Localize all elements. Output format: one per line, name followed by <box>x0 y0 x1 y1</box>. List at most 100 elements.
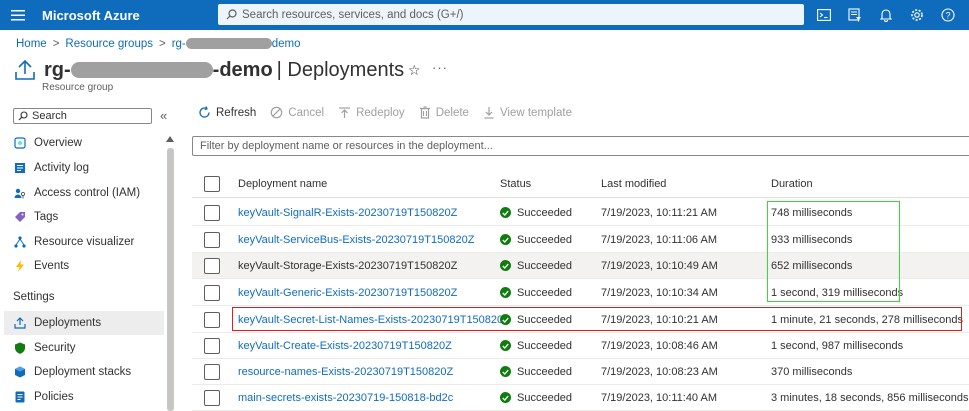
breadcrumb-home[interactable]: Home <box>16 38 47 50</box>
global-search-input[interactable]: Search resources, services, and docs (G+… <box>218 4 804 25</box>
delete-button[interactable]: Delete <box>419 106 469 119</box>
page-header: rg- -demo | Deployments <box>14 58 404 82</box>
iam-icon <box>14 187 26 199</box>
sidebar-item-resource-visualizer[interactable]: Resource visualizer <box>4 230 164 254</box>
sidebar-item-tags[interactable]: Tags <box>4 205 164 229</box>
settings-icon[interactable] <box>901 0 932 30</box>
breadcrumb-resource-groups[interactable]: Resource groups <box>65 38 153 50</box>
activity-log-icon <box>14 162 26 174</box>
more-options-icon[interactable]: ··· <box>432 60 448 75</box>
view-template-button[interactable]: View template <box>483 106 572 119</box>
resource-visualizer-icon <box>14 236 26 248</box>
select-all-checkbox[interactable] <box>204 176 220 192</box>
status-cell: Succeeded <box>500 207 572 219</box>
row-checkbox[interactable] <box>204 312 220 328</box>
table-row[interactable]: keyVault-Create-Exists-20230719T150820Z … <box>192 333 969 359</box>
table-row[interactable]: main-secrets-exists-20230719-150818-bd2c… <box>192 385 969 411</box>
table-header-row: Deployment name Status Last modified Dur… <box>192 170 969 198</box>
row-checkbox[interactable] <box>204 338 220 354</box>
events-icon <box>14 260 26 272</box>
delete-icon <box>419 106 430 119</box>
deployment-filter-input[interactable]: Filter by deployment name or resources i… <box>192 136 969 156</box>
deployment-stacks-icon <box>14 366 26 378</box>
status-cell: Succeeded <box>500 340 572 352</box>
refresh-icon <box>199 106 210 118</box>
last-modified-cell: 7/19/2023, 10:10:34 AM <box>601 286 718 299</box>
row-checkbox[interactable] <box>204 364 220 380</box>
sidebar-item-events[interactable]: Events <box>4 254 164 278</box>
redacted-text <box>185 38 272 50</box>
directory-filter-icon[interactable] <box>839 0 870 30</box>
help-icon[interactable]: ? <box>932 0 963 30</box>
overview-icon <box>14 137 26 149</box>
status-cell: Succeeded <box>500 287 572 299</box>
row-checkbox[interactable] <box>204 205 220 221</box>
last-modified-cell: 7/19/2023, 10:08:46 AM <box>601 339 718 352</box>
collapse-sidebar-icon[interactable]: « <box>160 108 167 123</box>
last-modified-cell: 7/19/2023, 10:08:23 AM <box>601 365 718 378</box>
breadcrumb-separator: > <box>158 38 166 50</box>
download-icon <box>484 107 494 119</box>
column-header-status[interactable]: Status <box>500 178 531 190</box>
global-search-placeholder: Search resources, services, and docs (G+… <box>242 8 464 21</box>
status-cell: Succeeded <box>500 260 572 272</box>
refresh-button[interactable]: Refresh <box>198 106 256 119</box>
deployments-icon <box>14 317 26 329</box>
row-checkbox[interactable] <box>204 390 220 406</box>
breadcrumb-resource-group[interactable]: rg-demo <box>172 38 301 50</box>
row-checkbox[interactable] <box>204 258 220 274</box>
red-annotation-box <box>232 307 962 331</box>
sidebar-item-deployment-stacks[interactable]: Deployment stacks <box>4 360 164 384</box>
redeploy-button[interactable]: Redeploy <box>338 106 405 119</box>
sidebar-item-overview[interactable]: Overview <box>4 131 164 155</box>
row-checkbox[interactable] <box>204 285 220 301</box>
breadcrumb: Home > Resource groups > rg-demo <box>16 38 301 50</box>
security-icon <box>14 342 26 354</box>
table-row[interactable]: resource-names-Exists-20230719T150820Z S… <box>192 359 969 385</box>
page-subtitle: Resource group <box>42 82 114 93</box>
success-check-icon <box>500 340 511 351</box>
top-icons: ? <box>808 0 963 30</box>
deployment-name-link[interactable]: resource-names-Exists-20230719T150820Z <box>238 366 453 378</box>
deployment-name-link[interactable]: keyVault-ServiceBus-Exists-20230719T1508… <box>238 234 474 246</box>
sidebar-search-input[interactable]: Search <box>13 108 152 124</box>
success-check-icon <box>500 207 511 218</box>
sidebar-scrollbar[interactable] <box>166 136 175 411</box>
menu-icon[interactable] <box>0 0 36 30</box>
scrollbar-thumb[interactable] <box>167 148 174 411</box>
sidebar-item-policies[interactable]: Policies <box>4 385 164 409</box>
cancel-button[interactable]: Cancel <box>270 106 324 119</box>
sidebar-section-settings: Settings <box>13 291 55 303</box>
last-modified-cell: 7/19/2023, 10:10:49 AM <box>601 259 718 272</box>
redeploy-icon <box>339 107 351 118</box>
column-header-name[interactable]: Deployment name <box>238 178 327 190</box>
deployment-name-link[interactable]: keyVault-SignalR-Exists-20230719T150820Z <box>238 207 457 219</box>
status-cell: Succeeded <box>500 392 572 404</box>
column-header-duration[interactable]: Duration <box>771 178 813 190</box>
deployment-name-link[interactable]: main-secrets-exists-20230719-150818-bd2c <box>238 392 453 404</box>
success-check-icon <box>500 234 511 245</box>
last-modified-cell: 7/19/2023, 10:11:06 AM <box>601 233 717 246</box>
duration-cell: 1 second, 987 milliseconds <box>771 339 904 352</box>
last-modified-cell: 7/19/2023, 10:11:21 AM <box>601 206 717 219</box>
notifications-icon[interactable] <box>870 0 901 30</box>
deployment-name-link[interactable]: keyVault-Create-Exists-20230719T150820Z <box>238 340 452 352</box>
portal-brand[interactable]: Microsoft Azure <box>42 8 212 23</box>
sidebar-item-deployments[interactable]: Deployments <box>4 311 164 335</box>
row-checkbox[interactable] <box>204 232 220 248</box>
green-annotation-box <box>767 201 900 302</box>
deployment-name-link[interactable]: keyVault-Storage-Exists-20230719T150820Z <box>238 260 457 272</box>
deployment-name-link[interactable]: keyVault-Generic-Exists-20230719T150820Z <box>238 287 457 299</box>
sidebar-item-activity-log[interactable]: Activity log <box>4 156 164 180</box>
sidebar-item-security[interactable]: Security <box>4 336 164 360</box>
scroll-up-arrow-icon[interactable] <box>166 136 174 142</box>
duration-cell: 370 milliseconds <box>771 365 853 378</box>
success-check-icon <box>500 260 511 271</box>
status-cell: Succeeded <box>500 234 572 246</box>
column-header-last-modified[interactable]: Last modified <box>601 178 666 190</box>
favorite-star-icon[interactable]: ☆ <box>408 62 421 79</box>
sidebar-item-access-control[interactable]: Access control (IAM) <box>4 181 164 205</box>
cancel-icon <box>270 106 283 119</box>
cloud-shell-icon[interactable] <box>808 0 839 30</box>
search-icon <box>226 9 237 20</box>
